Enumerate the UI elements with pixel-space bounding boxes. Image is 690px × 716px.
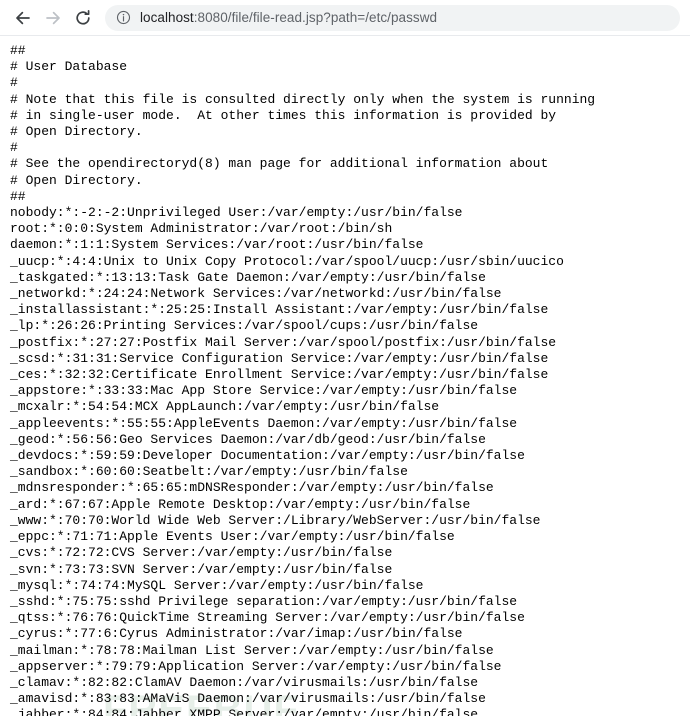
arrow-right-icon [43, 8, 63, 28]
address-bar-url: localhost:8080/file/file-read.jsp?path=/… [140, 9, 437, 27]
reload-button[interactable] [68, 3, 98, 33]
browser-toolbar: localhost:8080/file/file-read.jsp?path=/… [0, 0, 690, 36]
page-content-area: FREEBUF ## # User Database # # Note that… [0, 36, 690, 716]
address-bar[interactable]: localhost:8080/file/file-read.jsp?path=/… [105, 4, 680, 31]
passwd-file-content: ## # User Database # # Note that this fi… [10, 43, 596, 716]
url-path: :8080/file/file-read.jsp?path=/etc/passw… [193, 9, 438, 25]
url-host: localhost [140, 9, 194, 25]
reload-icon [73, 8, 93, 28]
arrow-left-icon [13, 8, 33, 28]
info-circle-icon[interactable] [116, 10, 131, 25]
forward-button[interactable] [38, 3, 68, 33]
back-button[interactable] [8, 3, 38, 33]
